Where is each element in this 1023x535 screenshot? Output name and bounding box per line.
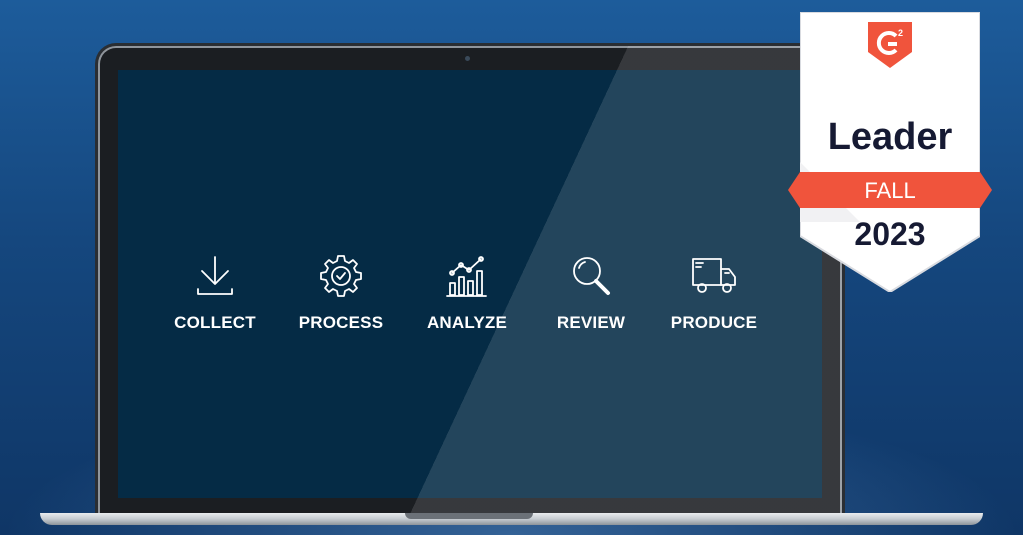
badge-season: FALL	[864, 178, 916, 203]
workflow-steps: COLLECT PROCESS ANALYZE REVIEW PRODUCE	[160, 253, 780, 343]
gear-check-icon	[320, 255, 362, 297]
step-analyze: ANALYZE	[412, 253, 522, 333]
step-label-process: PROCESS	[298, 313, 384, 332]
hero-banner: COLLECT PROCESS ANALYZE REVIEW PRODUCE 2…	[0, 0, 1023, 535]
step-process: PROCESS	[286, 253, 396, 333]
delivery-truck-icon	[692, 258, 736, 293]
step-label-analyze: ANALYZE	[426, 313, 508, 332]
g2-logo-icon: 2	[868, 22, 912, 68]
badge-title: Leader	[827, 116, 953, 158]
step-label-collect: COLLECT	[174, 313, 256, 332]
step-label-produce: PRODUCE	[670, 313, 758, 332]
download-icon	[197, 256, 233, 295]
bar-chart-trend-icon	[446, 256, 487, 297]
badge-year: 2023	[854, 216, 926, 252]
g2-leader-badge: 2 Leader FALL 2023	[788, 12, 992, 292]
magnifier-icon	[573, 257, 610, 295]
svg-text:2: 2	[898, 28, 903, 38]
laptop-base	[0, 513, 1023, 535]
step-review: REVIEW	[536, 253, 646, 333]
step-collect: COLLECT	[160, 253, 270, 333]
step-produce: PRODUCE	[658, 253, 770, 333]
webcam-icon	[465, 56, 470, 61]
laptop-base-notch	[405, 513, 533, 519]
step-label-review: REVIEW	[556, 313, 626, 332]
